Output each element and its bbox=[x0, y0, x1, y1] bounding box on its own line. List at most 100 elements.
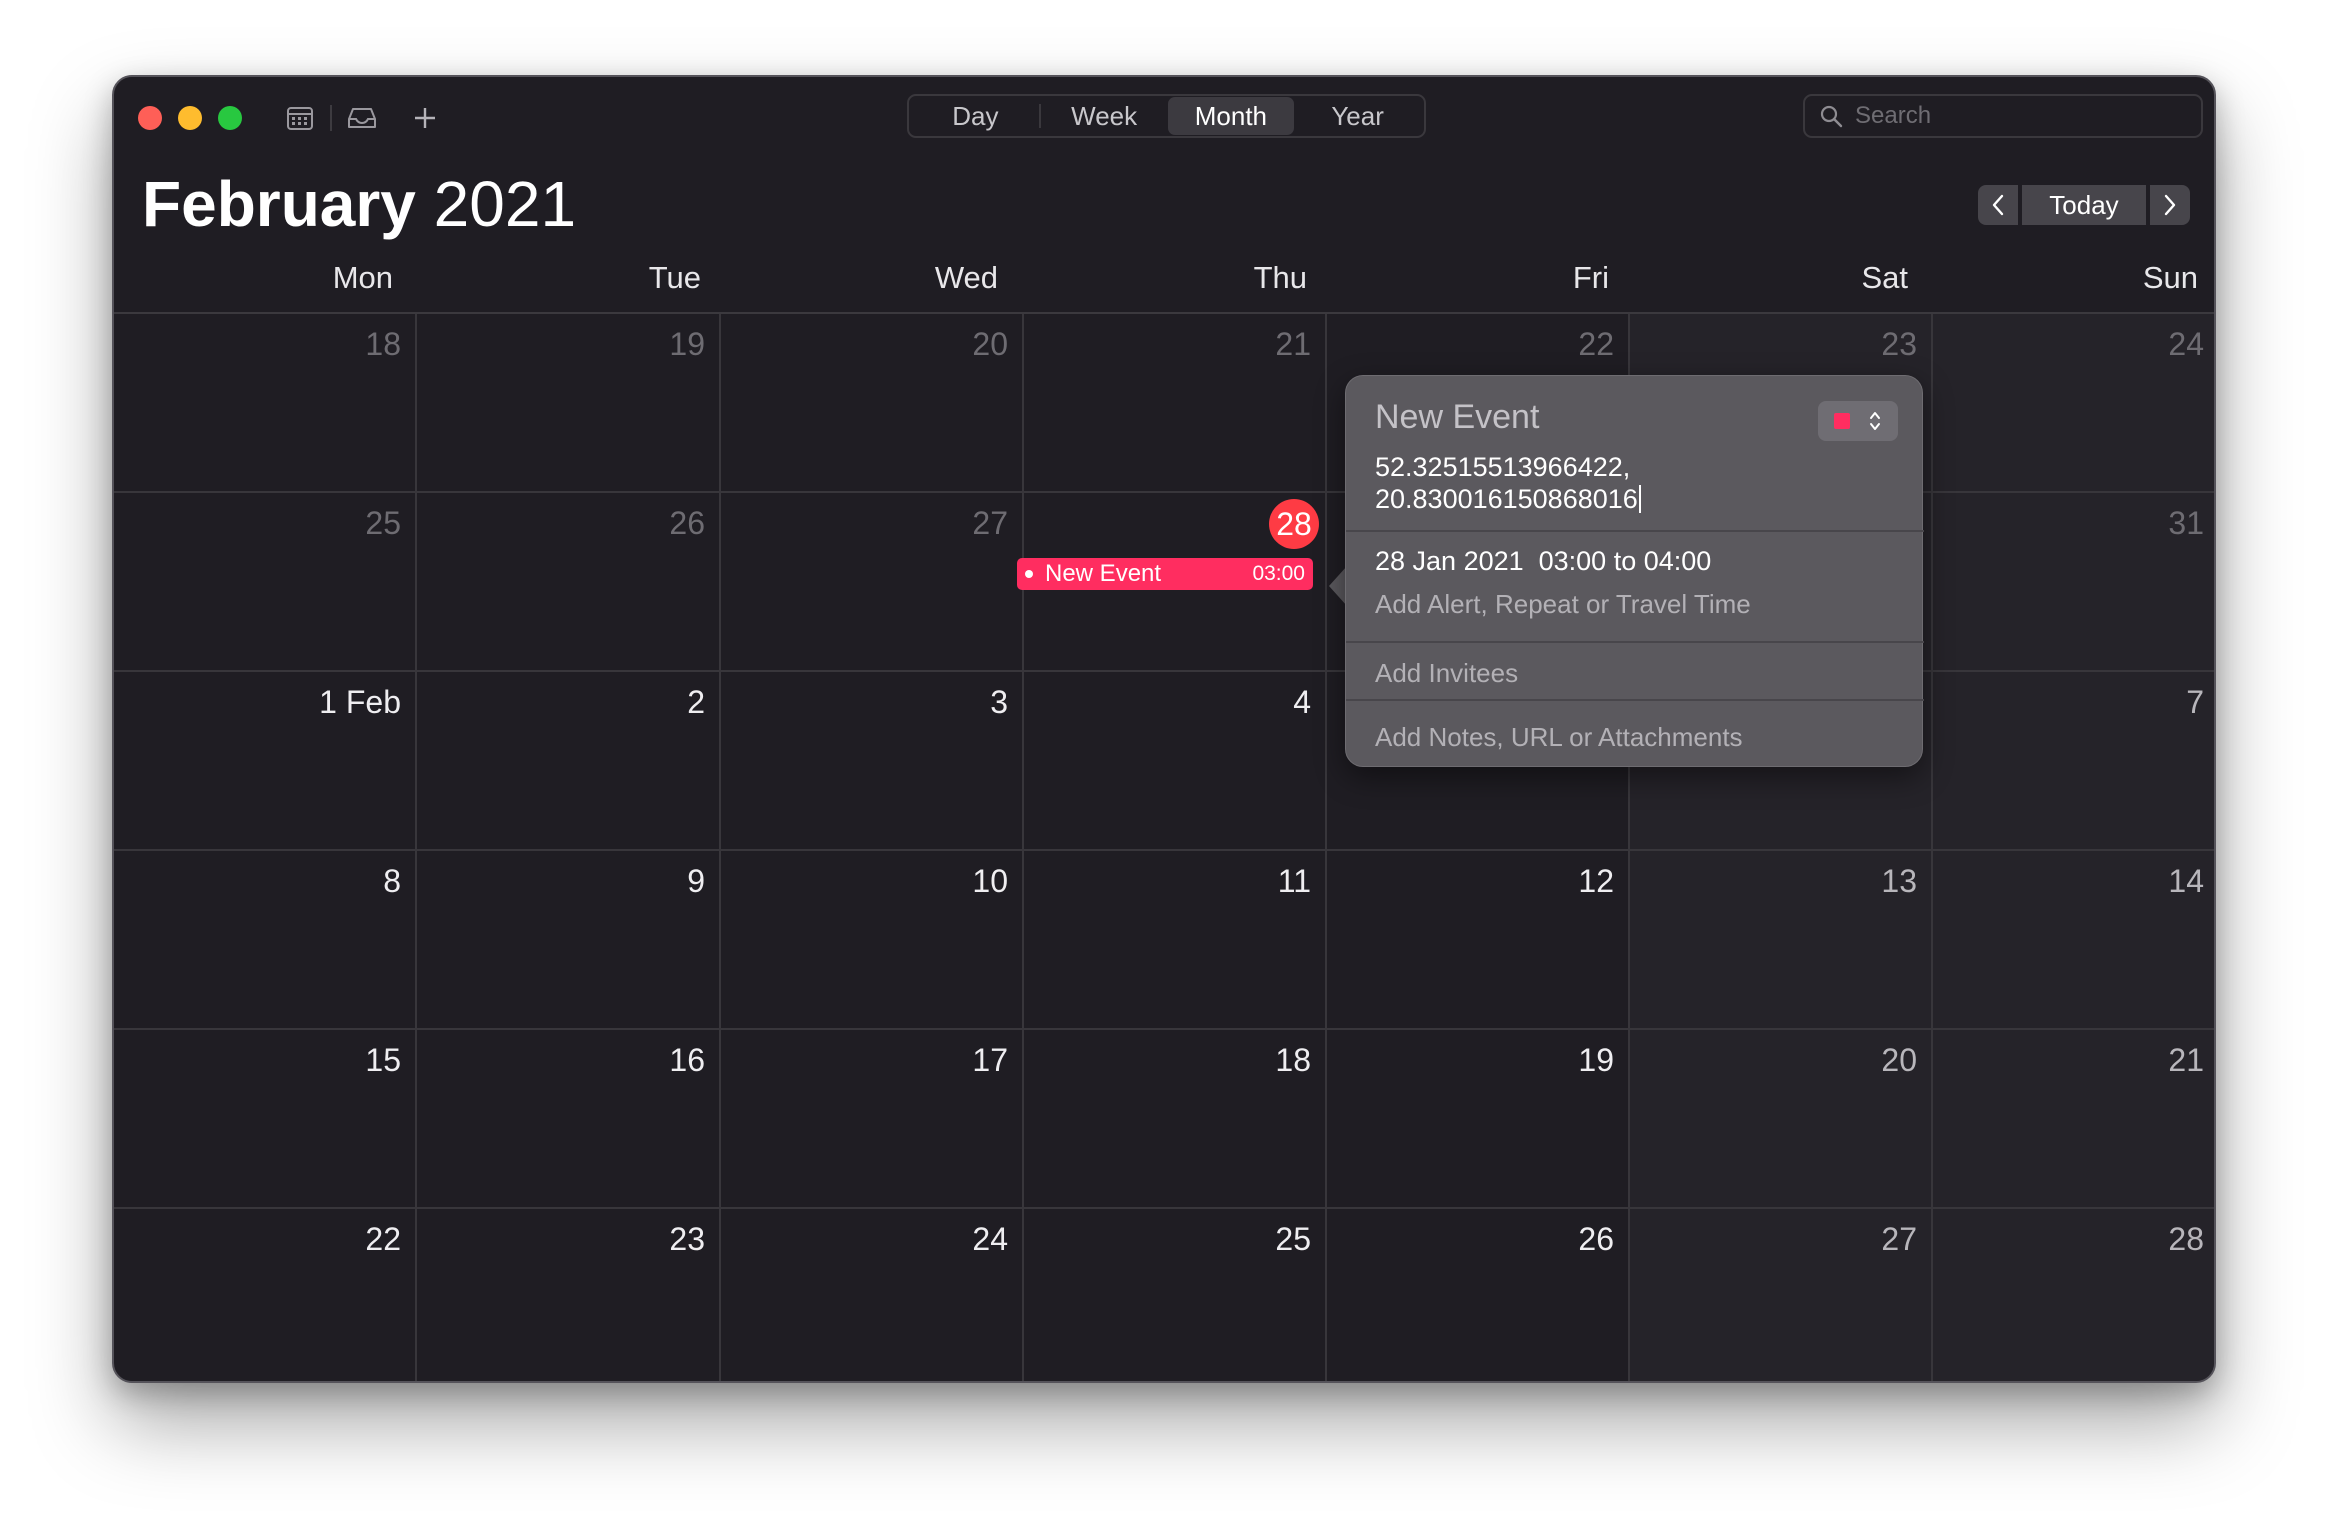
close-window-button[interactable] bbox=[138, 106, 162, 130]
location-line-2: 20.830016150868016 bbox=[1375, 484, 1638, 514]
day-cell[interactable]: 22 bbox=[114, 1209, 417, 1381]
day-number: 3 bbox=[990, 684, 1008, 720]
today-button[interactable]: Today bbox=[2022, 185, 2146, 225]
day-number: 19 bbox=[1578, 1042, 1614, 1078]
day-cell[interactable]: 13 bbox=[1630, 851, 1933, 1030]
location-field[interactable]: 52.32515513966422, 20.830016150868016 bbox=[1375, 451, 1641, 515]
day-cell[interactable]: 20 bbox=[1630, 1030, 1933, 1209]
day-number: 21 bbox=[2168, 1042, 2204, 1078]
color-swatch bbox=[1834, 413, 1850, 429]
date-time-field[interactable]: 28 Jan 2021 03:00 to 04:00 bbox=[1375, 546, 1711, 577]
day-number: 26 bbox=[669, 505, 705, 541]
day-number: 27 bbox=[972, 505, 1008, 541]
minimize-window-button[interactable] bbox=[178, 106, 202, 130]
day-cell[interactable]: 19 bbox=[1327, 1030, 1630, 1209]
event-dot bbox=[1025, 570, 1033, 578]
day-cell[interactable]: 24 bbox=[721, 1209, 1024, 1381]
day-cell[interactable]: 2 bbox=[417, 672, 721, 851]
day-cell[interactable]: 9 bbox=[417, 851, 721, 1030]
day-number: 13 bbox=[1881, 863, 1917, 899]
day-cell[interactable]: 3 bbox=[721, 672, 1024, 851]
day-cell[interactable]: 7 bbox=[1933, 672, 2214, 851]
day-cell[interactable]: 4 bbox=[1024, 672, 1327, 851]
day-cell[interactable]: 18 bbox=[1024, 1030, 1327, 1209]
day-number: 24 bbox=[972, 1221, 1008, 1257]
weekday-sat: Sat bbox=[1861, 260, 1908, 295]
day-number: 7 bbox=[2186, 684, 2204, 720]
day-cell[interactable]: 25 bbox=[1024, 1209, 1327, 1381]
day-number: 4 bbox=[1293, 684, 1311, 720]
day-cell[interactable]: 21 bbox=[1933, 1030, 2214, 1209]
day-number: 26 bbox=[1578, 1221, 1614, 1257]
add-event-button[interactable] bbox=[407, 101, 443, 135]
toolbar-divider bbox=[330, 105, 332, 131]
day-number: 31 bbox=[2168, 505, 2204, 541]
day-cell[interactable]: 19 bbox=[417, 314, 721, 493]
day-cell[interactable]: 15 bbox=[114, 1030, 417, 1209]
event-title-field[interactable]: New Event bbox=[1375, 398, 1539, 437]
day-cell[interactable]: 10 bbox=[721, 851, 1024, 1030]
day-number: 1 Feb bbox=[319, 684, 401, 720]
day-cell[interactable]: 8 bbox=[114, 851, 417, 1030]
calendar-window: Day Week Month Year February 2021 Today … bbox=[112, 75, 2216, 1383]
zoom-window-button[interactable] bbox=[218, 106, 242, 130]
day-number: 25 bbox=[365, 505, 401, 541]
notes-field[interactable]: Add Notes, URL or Attachments bbox=[1375, 722, 1743, 753]
day-number: 23 bbox=[1881, 326, 1917, 362]
event-new-event[interactable]: New Event 03:00 bbox=[1017, 558, 1313, 590]
view-switcher: Day Week Month Year bbox=[907, 94, 1426, 138]
day-number: 20 bbox=[972, 326, 1008, 362]
page-title: February 2021 bbox=[142, 167, 576, 241]
day-cell[interactable]: 27 bbox=[1630, 1209, 1933, 1381]
day-cell[interactable]: 23 bbox=[417, 1209, 721, 1381]
calendar-color-picker[interactable] bbox=[1818, 401, 1898, 441]
popover-divider bbox=[1346, 530, 1924, 532]
weekday-sun: Sun bbox=[2142, 260, 2198, 295]
day-cell[interactable]: 28 bbox=[1933, 1209, 2214, 1381]
day-cell[interactable]: 11 bbox=[1024, 851, 1327, 1030]
tab-day[interactable]: Day bbox=[912, 97, 1039, 135]
search-icon bbox=[1820, 105, 1843, 128]
day-cell[interactable]: 26 bbox=[417, 493, 721, 672]
day-cell[interactable]: 16 bbox=[417, 1030, 721, 1209]
day-cell[interactable]: 21 bbox=[1024, 314, 1327, 493]
day-cell[interactable]: 24 bbox=[1933, 314, 2214, 493]
weekday-thu: Thu bbox=[1253, 260, 1307, 295]
search-input[interactable] bbox=[1853, 101, 2187, 131]
plus-icon bbox=[415, 108, 435, 128]
day-cell[interactable]: 20 bbox=[721, 314, 1024, 493]
day-number: 10 bbox=[972, 863, 1008, 899]
day-cell[interactable]: 14 bbox=[1933, 851, 2214, 1030]
calendars-list-button[interactable] bbox=[282, 101, 318, 135]
day-cell[interactable]: 12 bbox=[1327, 851, 1630, 1030]
day-number: 18 bbox=[365, 326, 401, 362]
day-number: 23 bbox=[669, 1221, 705, 1257]
search-field[interactable] bbox=[1803, 94, 2203, 138]
day-cell[interactable]: 31 bbox=[1933, 493, 2214, 672]
tab-year[interactable]: Year bbox=[1294, 97, 1421, 135]
alert-repeat-field[interactable]: Add Alert, Repeat or Travel Time bbox=[1375, 589, 1751, 620]
day-number: 9 bbox=[687, 863, 705, 899]
day-number: 24 bbox=[2168, 326, 2204, 362]
title-year: 2021 bbox=[433, 168, 577, 240]
next-month-button[interactable] bbox=[2150, 185, 2190, 225]
day-number: 2 bbox=[687, 684, 705, 720]
day-number: 20 bbox=[1881, 1042, 1917, 1078]
previous-month-button[interactable] bbox=[1978, 185, 2018, 225]
tab-week[interactable]: Week bbox=[1041, 97, 1168, 135]
day-cell[interactable]: 18 bbox=[114, 314, 417, 493]
day-cell[interactable]: 26 bbox=[1327, 1209, 1630, 1381]
day-cell[interactable]: 1 Feb bbox=[114, 672, 417, 851]
day-number: 17 bbox=[972, 1042, 1008, 1078]
day-cell[interactable]: 27 bbox=[721, 493, 1024, 672]
title-month: February bbox=[142, 168, 416, 240]
calendar-icon bbox=[287, 107, 313, 130]
invitees-field[interactable]: Add Invitees bbox=[1375, 658, 1518, 689]
day-number: 28 bbox=[2168, 1221, 2204, 1257]
weekday-fri: Fri bbox=[1572, 260, 1609, 295]
day-cell[interactable]: 25 bbox=[114, 493, 417, 672]
day-cell[interactable]: 17 bbox=[721, 1030, 1024, 1209]
inbox-button[interactable] bbox=[344, 101, 380, 135]
tab-month[interactable]: Month bbox=[1167, 97, 1295, 135]
day-number: 27 bbox=[1881, 1221, 1917, 1257]
